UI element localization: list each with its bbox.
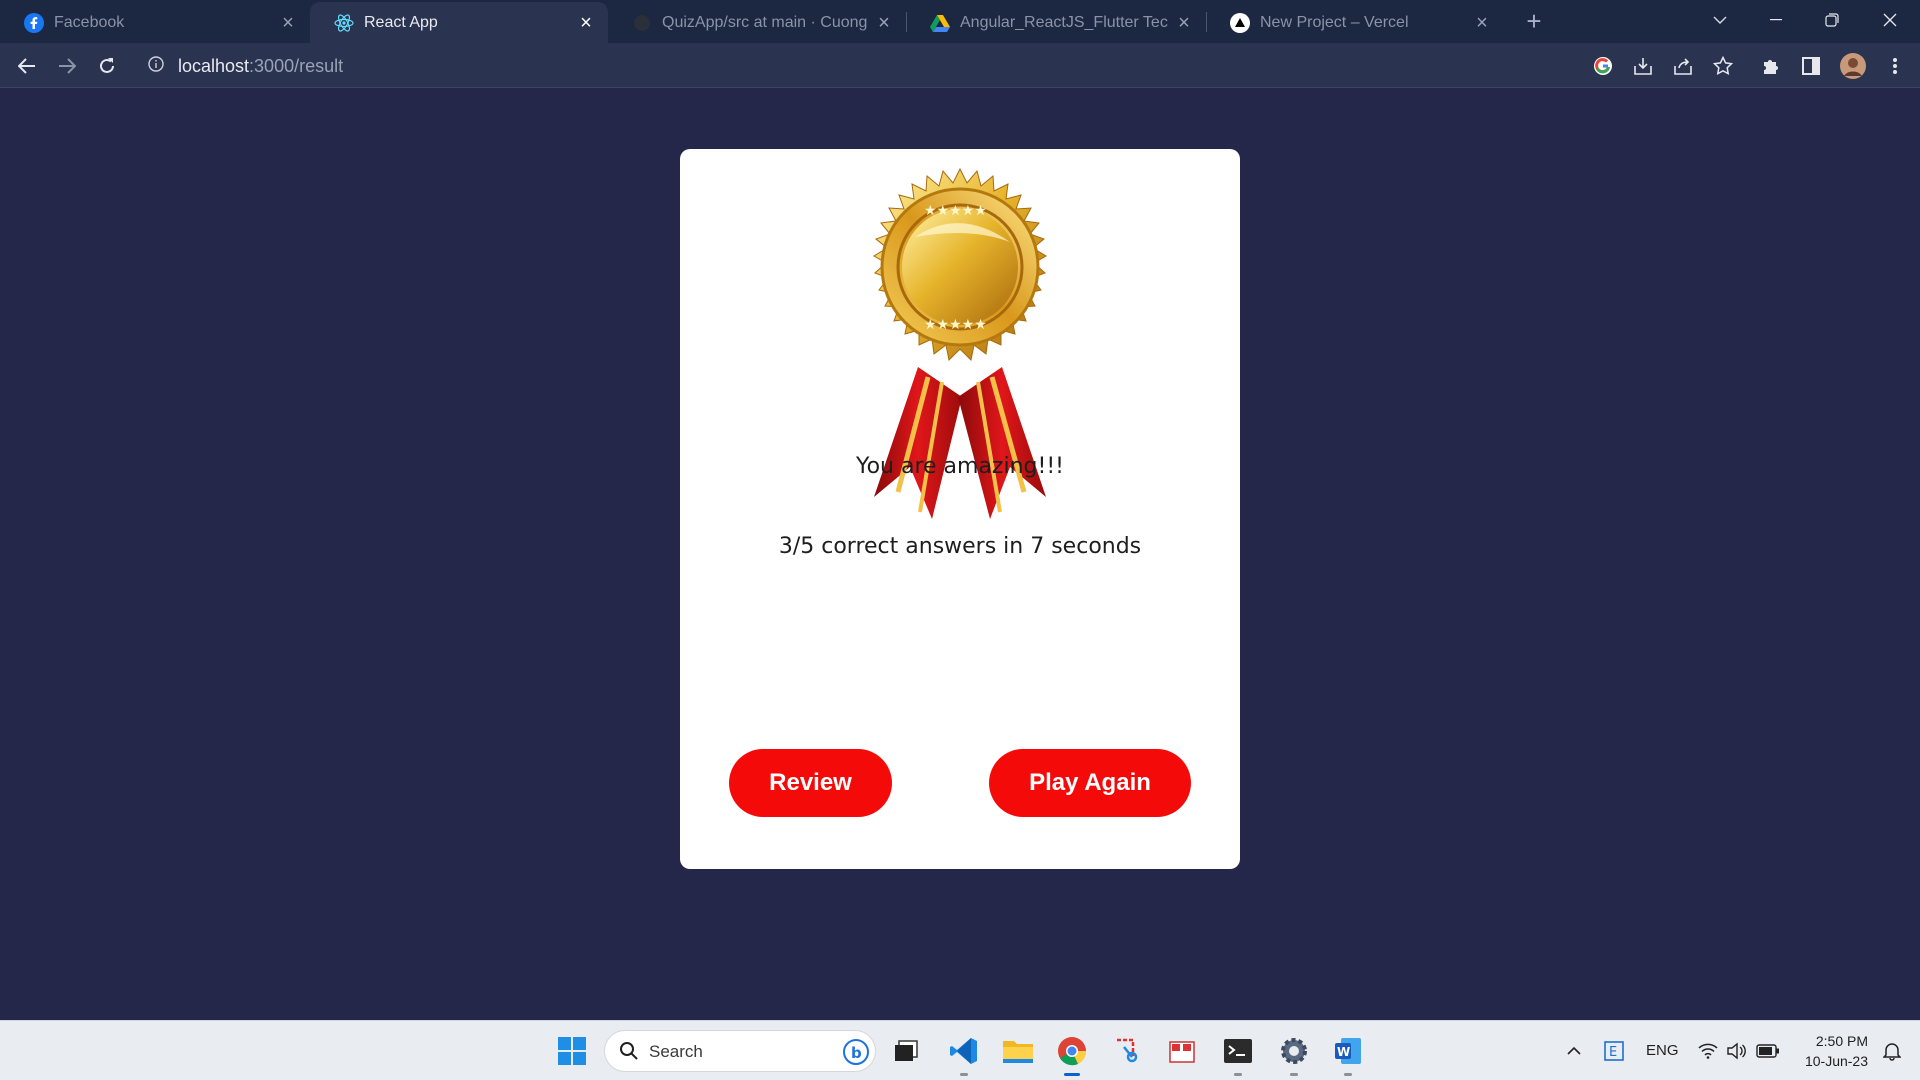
- file-explorer-icon[interactable]: [998, 1031, 1038, 1071]
- running-indicator: [1290, 1073, 1298, 1076]
- react-icon: [334, 13, 354, 33]
- result-card: ★★★★★ ★★★★★ You are amazing!!! 3/5 corre…: [680, 149, 1240, 869]
- search-placeholder: Search: [649, 1042, 703, 1061]
- url-path: :3000/result: [249, 56, 344, 76]
- tab-title: New Project – Vercel: [1260, 13, 1409, 31]
- taskbar-clock[interactable]: 2:50 PM 10-Jun-23: [1790, 1031, 1868, 1071]
- running-indicator: [1234, 1073, 1242, 1076]
- tab-github-quizapp[interactable]: QuizApp/src at main · CuongGos ×: [608, 2, 906, 43]
- clock-time: 2:50 PM: [1815, 1033, 1868, 1049]
- settings-gear-icon[interactable]: [1274, 1031, 1314, 1076]
- unikey-icon[interactable]: [1162, 1031, 1202, 1071]
- play-again-button[interactable]: Play Again: [989, 749, 1191, 817]
- windows-start-icon[interactable]: [552, 1031, 592, 1071]
- close-tab-icon[interactable]: ×: [280, 13, 296, 33]
- language-indicator[interactable]: ENG: [1646, 1042, 1679, 1059]
- active-indicator: [1064, 1073, 1080, 1076]
- search-icon: [619, 1041, 639, 1066]
- profile-avatar[interactable]: [1838, 51, 1868, 81]
- close-tab-icon[interactable]: ×: [1474, 13, 1490, 33]
- tab-react-app[interactable]: React App ×: [310, 2, 608, 43]
- running-indicator: [1344, 1073, 1352, 1076]
- svg-text:★★★★★: ★★★★★: [924, 317, 987, 333]
- running-indicator: [960, 1073, 968, 1076]
- tab-title: React App: [364, 13, 438, 31]
- snipping-tool-icon[interactable]: [1108, 1031, 1148, 1071]
- tab-title: Angular_ReactJS_Flutter Technical: [960, 13, 1168, 31]
- tab-search-chevron-icon[interactable]: [1692, 0, 1748, 40]
- svg-text:★★★★★: ★★★★★: [924, 203, 987, 219]
- new-tab-icon[interactable]: +: [1520, 8, 1548, 36]
- battery-icon[interactable]: [1748, 1031, 1788, 1071]
- back-arrow-icon[interactable]: [12, 51, 42, 81]
- url-text: localhost:3000/result: [178, 56, 343, 77]
- input-method-icon[interactable]: E: [1594, 1031, 1634, 1071]
- chrome-icon[interactable]: [1052, 1031, 1092, 1076]
- show-hidden-icons-chevron-icon[interactable]: [1554, 1031, 1594, 1071]
- minimize-icon[interactable]: [1748, 0, 1804, 40]
- vercel-icon: [1230, 12, 1250, 33]
- tab-google-drive[interactable]: Angular_ReactJS_Flutter Technical ×: [906, 2, 1206, 43]
- close-tab-icon[interactable]: ×: [1176, 13, 1192, 33]
- browser-menu-icon[interactable]: [1880, 51, 1910, 81]
- forward-arrow-icon[interactable]: [52, 51, 82, 81]
- score-summary: 3/5 correct answers in 7 seconds: [778, 534, 1142, 559]
- github-icon: [632, 13, 652, 33]
- close-tab-icon[interactable]: ×: [876, 13, 892, 33]
- side-panel-icon[interactable]: [1796, 51, 1826, 81]
- tab-facebook[interactable]: Facebook ×: [0, 2, 310, 43]
- browser-tab-strip: Facebook × React App × QuizApp/src at ma…: [0, 0, 1920, 43]
- taskbar-search-input[interactable]: Search b: [604, 1030, 876, 1072]
- result-message: You are amazing!!!: [856, 454, 1064, 479]
- tab-vercel[interactable]: New Project – Vercel ×: [1206, 2, 1504, 43]
- clock-date: 10-Jun-23: [1804, 1053, 1868, 1069]
- svg-text:b: b: [851, 1044, 862, 1062]
- review-button[interactable]: Review: [729, 749, 892, 817]
- url-host: localhost: [178, 56, 250, 76]
- restore-icon[interactable]: [1804, 0, 1860, 40]
- share-icon[interactable]: [1668, 51, 1698, 81]
- reload-icon[interactable]: [92, 51, 122, 81]
- tab-title: QuizApp/src at main · CuongGos: [662, 13, 868, 31]
- facebook-icon: [24, 12, 44, 33]
- close-tab-icon[interactable]: ×: [578, 13, 594, 33]
- browser-toolbar: localhost:3000/result: [0, 43, 1920, 88]
- task-view-icon[interactable]: [886, 1031, 926, 1071]
- tab-title: Facebook: [54, 13, 125, 31]
- bing-icon[interactable]: b: [843, 1039, 869, 1070]
- google-lens-icon[interactable]: [1588, 51, 1618, 81]
- vscode-icon[interactable]: [944, 1031, 984, 1076]
- bookmark-star-icon[interactable]: [1708, 51, 1738, 81]
- svg-text:W: W: [1337, 1045, 1350, 1059]
- svg-text:E: E: [1609, 1045, 1617, 1060]
- terminal-icon[interactable]: [1218, 1031, 1258, 1076]
- google-drive-icon: [930, 13, 950, 33]
- site-info-icon[interactable]: [148, 56, 164, 77]
- windows-taskbar: Search b W E ENG 2:50 PM 10-Jun-23: [0, 1020, 1920, 1080]
- address-bar[interactable]: localhost:3000/result: [138, 48, 1578, 82]
- install-app-icon[interactable]: [1628, 51, 1658, 81]
- close-window-icon[interactable]: [1862, 0, 1918, 40]
- notification-bell-icon[interactable]: [1872, 1031, 1912, 1071]
- word-icon[interactable]: W: [1328, 1031, 1368, 1076]
- extensions-puzzle-icon[interactable]: [1756, 51, 1786, 81]
